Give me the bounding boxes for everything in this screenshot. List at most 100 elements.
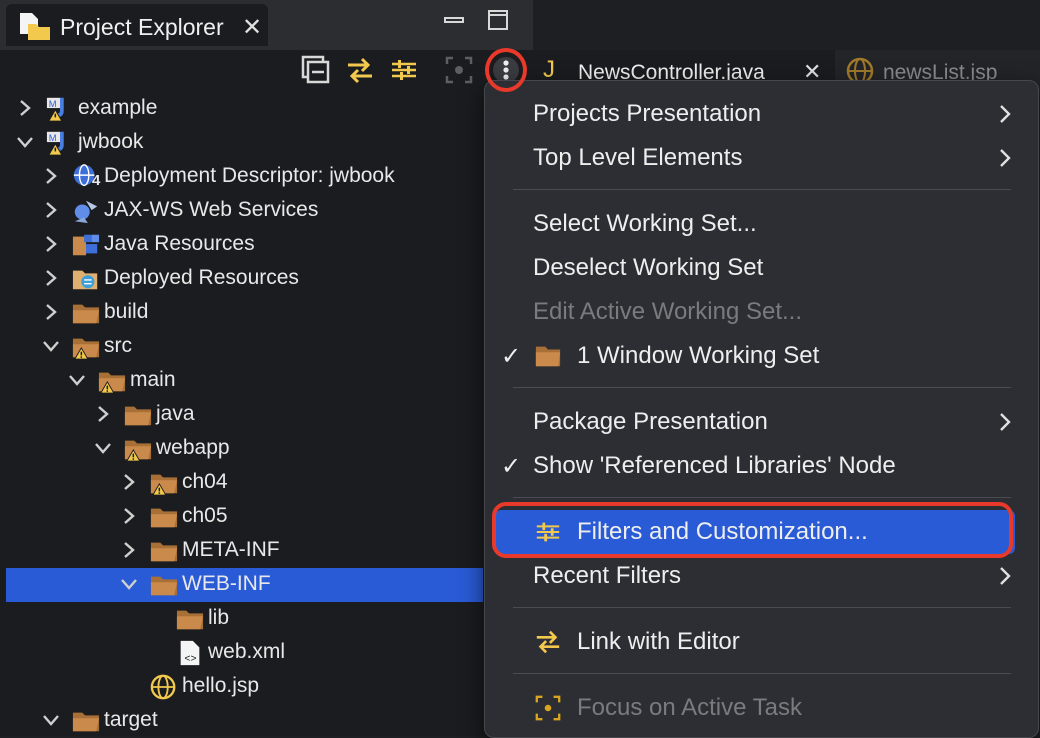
tree-item-label: src: [104, 334, 132, 357]
chevron-down-icon[interactable]: [94, 438, 112, 458]
version-badge: 4: [92, 172, 101, 189]
jsp-file-icon: [150, 674, 176, 700]
folder-icon: [72, 712, 100, 732]
chevron-down-icon[interactable]: [42, 336, 60, 356]
tree-item-label: Deployed Resources: [104, 266, 299, 289]
tree-item-main[interactable]: main: [6, 364, 483, 398]
tree-item-ch04[interactable]: ch04: [6, 466, 483, 500]
folder-warning-icon: [150, 474, 178, 496]
chevron-right-icon: [1000, 105, 1011, 123]
chevron-down-icon[interactable]: [16, 132, 34, 152]
xml-file-icon: <>: [180, 640, 200, 665]
menu-item-projects-presentation[interactable]: Projects Presentation: [485, 92, 1038, 136]
tree-item-hello-jsp[interactable]: hello.jsp: [6, 670, 483, 704]
link-with-editor-icon[interactable]: [344, 54, 376, 86]
collapse-all-icon[interactable]: [300, 54, 332, 86]
folder-icon: [535, 346, 561, 367]
chevron-down-icon[interactable]: [68, 370, 86, 390]
tree-item-web-inf[interactable]: WEB-INF: [6, 568, 483, 602]
chevron-right-icon[interactable]: [42, 302, 60, 322]
tree-item-build[interactable]: build: [6, 296, 483, 330]
menu-item-label: Top Level Elements: [533, 144, 743, 171]
chevron-right-icon[interactable]: [120, 506, 138, 526]
checkmark-icon: ✓: [501, 453, 522, 480]
menu-item-label: Package Presentation: [533, 408, 768, 435]
view-toolbar: [0, 50, 533, 92]
minimize-icon[interactable]: [443, 10, 465, 30]
menu-item-recent-filters[interactable]: Recent Filters: [485, 554, 1038, 598]
folder-icon: [150, 508, 178, 528]
menu-item-deselect-working-set[interactable]: Deselect Working Set: [485, 246, 1038, 290]
tree-item-example[interactable]: Mexample: [6, 92, 483, 126]
chevron-down-icon[interactable]: [42, 710, 60, 730]
checkmark-icon: ✓: [501, 343, 522, 370]
tree-item-label: jwbook: [78, 130, 144, 153]
menu-item-label: Select Working Set...: [533, 210, 757, 237]
folder-icon: [176, 610, 204, 630]
project-explorer-icon: [20, 13, 50, 40]
chevron-right-icon[interactable]: [120, 540, 138, 560]
tree-item-label: ch05: [182, 504, 228, 527]
tree-item-label: example: [78, 96, 158, 119]
tree-item-java[interactable]: java: [6, 398, 483, 432]
chevron-right-icon[interactable]: [42, 234, 60, 254]
tree-item-src[interactable]: src: [6, 330, 483, 364]
menu-item-link-with-editor[interactable]: Link with Editor: [485, 620, 1038, 664]
chevron-down-icon[interactable]: [120, 574, 138, 594]
folder-warning-icon: [72, 338, 100, 360]
chevron-right-icon[interactable]: [42, 268, 60, 288]
tree-item-label: JAX-WS Web Services: [104, 198, 319, 221]
menu-item-label: Deselect Working Set: [533, 254, 764, 281]
filters-icon[interactable]: [388, 54, 420, 86]
chevron-right-icon[interactable]: [16, 98, 34, 118]
menu-item-label: Link with Editor: [577, 628, 740, 655]
tree-item-label: hello.jsp: [182, 674, 260, 697]
menu-item-show-referenced-libraries-node[interactable]: ✓ Show 'Referenced Libraries' Node: [485, 444, 1038, 488]
menu-separator: [513, 673, 1011, 674]
tree-item-target[interactable]: target: [6, 704, 483, 738]
chevron-right-icon[interactable]: [120, 472, 138, 492]
menu-item-label: Show 'Referenced Libraries' Node: [533, 452, 896, 479]
chevron-right-icon[interactable]: [94, 404, 112, 424]
menu-item-label: Recent Filters: [533, 562, 682, 589]
tree-item-label: ch04: [182, 470, 228, 493]
tree-item-label: WEB-INF: [182, 572, 271, 595]
tree-item-lib[interactable]: lib: [6, 602, 483, 636]
tree-item-deployed-resources[interactable]: Deployed Resources: [6, 262, 483, 296]
tab-project-explorer[interactable]: Project Explorer ✕: [6, 4, 268, 46]
menu-item-select-working-set[interactable]: Select Working Set...: [485, 202, 1038, 246]
menu-item-top-level-elements[interactable]: Top Level Elements: [485, 136, 1038, 180]
maximize-icon[interactable]: [487, 10, 509, 30]
menu-separator: [513, 189, 1011, 190]
menu-item-1-window-working-set[interactable]: ✓ 1 Window Working Set: [485, 334, 1038, 378]
folder-warning-icon: [98, 372, 126, 394]
maven-project-icon: M: [46, 97, 64, 122]
menu-item-package-presentation[interactable]: Package Presentation: [485, 400, 1038, 444]
close-icon[interactable]: ✕: [242, 13, 262, 42]
tree-item-label: java: [156, 402, 195, 425]
tree-item-label: lib: [208, 606, 230, 629]
chevron-right-icon[interactable]: [42, 166, 60, 186]
menu-item-label: Edit Active Working Set...: [533, 298, 803, 325]
folder-icon: [150, 576, 178, 596]
tree-item-label: web.xml: [208, 640, 286, 663]
chevron-right-icon[interactable]: [42, 200, 60, 220]
tree-item-meta-inf[interactable]: META-INF: [6, 534, 483, 568]
tree-item-web-xml[interactable]: <> web.xml: [6, 636, 483, 670]
tree-item-ch05[interactable]: ch05: [6, 500, 483, 534]
tree-item-label: build: [104, 300, 149, 323]
menu-item-label: Projects Presentation: [533, 100, 762, 127]
chevron-right-icon: [1000, 149, 1011, 167]
folder-icon: [150, 542, 178, 562]
svg-text:<>: <>: [184, 653, 196, 665]
menu-item-label: 1 Window Working Set: [577, 342, 820, 369]
tree-item-deployment-descriptor-jwbook[interactable]: 4 Deployment Descriptor: jwbook: [6, 160, 483, 194]
tree-item-jwbook[interactable]: Mjwbook: [6, 126, 483, 160]
menu-item-label: Focus on Active Task: [577, 694, 802, 721]
tree-item-webapp[interactable]: webapp: [6, 432, 483, 466]
tree-item-jax-ws-web-services[interactable]: JAX-WS Web Services: [6, 194, 483, 228]
deployed-resources-icon: [72, 270, 98, 290]
view-tab-bar: Project Explorer ✕: [0, 0, 533, 50]
tree-item-java-resources[interactable]: Java Resources: [6, 228, 483, 262]
focus-icon[interactable]: [443, 54, 475, 86]
